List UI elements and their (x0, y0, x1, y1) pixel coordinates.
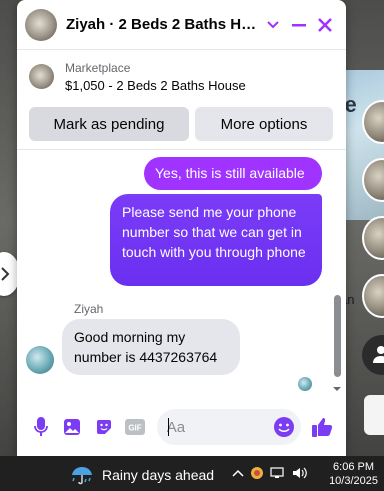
outgoing-message: Please send me your phone number so that… (110, 194, 322, 286)
side-panel-button[interactable] (364, 395, 384, 435)
close-icon[interactable] (312, 12, 338, 38)
incoming-message: Good morning my number is 4437263764 (62, 319, 240, 375)
clock-time: 6:06 PM (333, 461, 375, 473)
listing-info[interactable]: Marketplace $1,050 - 2 Beds 2 Baths Hous… (17, 50, 346, 103)
message-composer: GIF (17, 402, 346, 452)
emoji-icon[interactable] (273, 416, 295, 443)
sticker-icon[interactable] (88, 411, 119, 443)
photo-icon[interactable] (56, 411, 87, 443)
chat-header: Ziyah · 2 Beds 2 Baths House... (17, 0, 346, 50)
message-input[interactable] (166, 418, 263, 436)
svg-text:GIF: GIF (128, 424, 141, 433)
chevron-right-icon (1, 267, 10, 281)
clock[interactable]: 6:06 PM 10/3/2025 (329, 460, 378, 488)
listing-category: Marketplace (65, 60, 131, 75)
scrollbar-thumb[interactable] (334, 295, 341, 377)
like-icon[interactable] (307, 411, 338, 443)
app-tray-icon[interactable] (250, 466, 264, 480)
volume-icon[interactable] (292, 466, 308, 480)
message-list: Yes, this is still available Please send… (17, 148, 346, 398)
scroll-down-arrow-icon[interactable] (332, 380, 342, 398)
system-tray (232, 466, 308, 480)
chevron-down-icon[interactable] (261, 12, 287, 38)
taskbar: Rainy days ahead 6:06 PM 10/3/2025 (0, 456, 384, 491)
person-icon (373, 346, 384, 363)
messenger-chat-window: Ziyah · 2 Beds 2 Baths House... Marketpl… (17, 0, 346, 456)
sender-name: Ziyah (74, 302, 104, 316)
weather-text: Rainy days ahead (102, 467, 215, 483)
text-caret (167, 418, 169, 436)
sender-avatar[interactable] (26, 346, 54, 374)
microphone-icon[interactable] (25, 411, 56, 443)
weather-widget[interactable]: Rainy days ahead (70, 464, 214, 486)
clock-date: 10/3/2025 (329, 475, 378, 487)
outgoing-message: Yes, this is still available (144, 157, 322, 190)
chat-title[interactable]: Ziyah · 2 Beds 2 Baths House... (66, 16, 261, 33)
gif-icon[interactable]: GIF (119, 411, 150, 443)
message-input-container (156, 409, 301, 445)
listing-actions: Mark as pending More options (17, 103, 346, 145)
chevron-up-icon[interactable] (232, 469, 244, 477)
mark-as-pending-button[interactable]: Mark as pending (29, 107, 189, 141)
more-options-button[interactable]: More options (195, 107, 333, 141)
listing-name: $1,050 - 2 Beds 2 Baths House (65, 77, 246, 93)
seen-indicator-avatar (298, 377, 312, 391)
network-icon[interactable] (270, 466, 286, 480)
listing-avatar[interactable] (25, 8, 57, 41)
listing-photo (29, 64, 54, 89)
minimize-icon[interactable] (286, 12, 312, 38)
umbrella-rain-icon (72, 467, 92, 485)
